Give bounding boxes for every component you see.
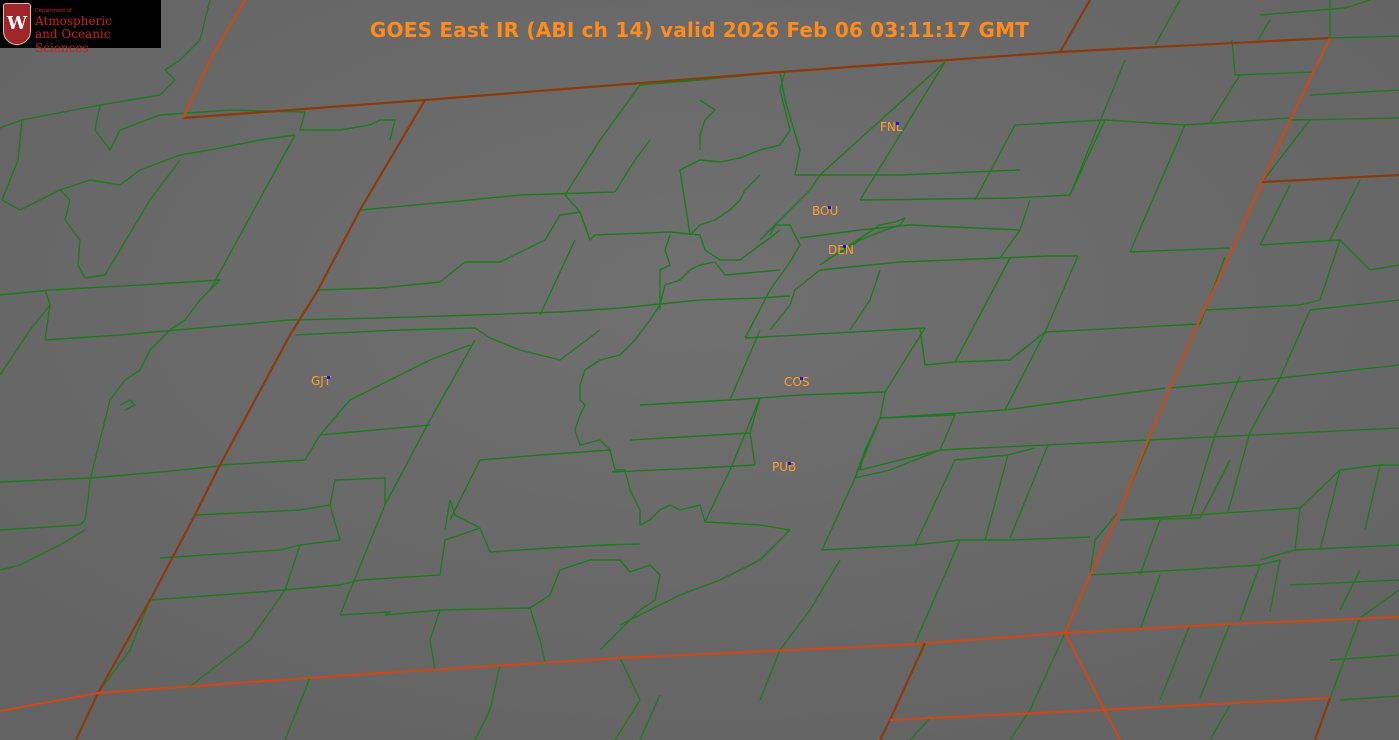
station-marker-cos bbox=[800, 377, 803, 380]
station-marker-gjt bbox=[327, 376, 330, 379]
station-label-cos: COS bbox=[784, 375, 810, 389]
station-marker-pub bbox=[788, 462, 791, 465]
station-label-pub: PUB bbox=[772, 460, 797, 474]
station-marker-den bbox=[843, 245, 846, 248]
map-overlay bbox=[0, 0, 1399, 740]
station-label-fnl: FNL bbox=[880, 120, 903, 134]
station-marker-bou bbox=[828, 206, 831, 209]
image-title: GOES East IR (ABI ch 14) valid 2026 Feb … bbox=[369, 18, 1030, 42]
station-label-den: DEN bbox=[828, 243, 854, 257]
station-label-bou: BOU bbox=[812, 204, 839, 218]
satellite-map: W Department of Atmospheric and Oceanic … bbox=[0, 0, 1399, 740]
station-marker-fnl bbox=[896, 122, 899, 125]
